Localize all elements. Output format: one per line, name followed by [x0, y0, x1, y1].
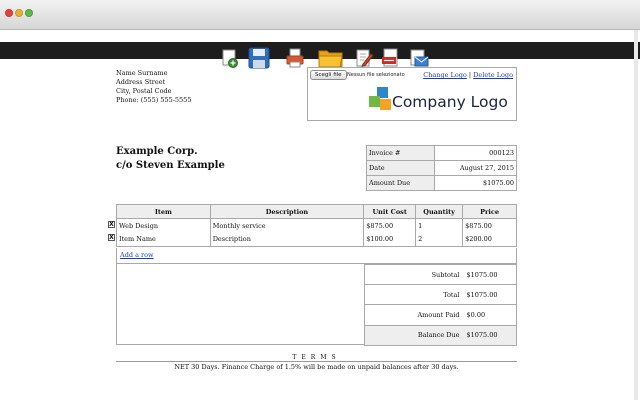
item-quantity-cell[interactable]: 1	[415, 218, 464, 233]
add-row-area: Add a row	[116, 248, 517, 264]
line-items-table: Item Description Unit Cost Quantity Pric…	[116, 204, 517, 247]
customer-contact[interactable]: c/o Steven Example	[116, 159, 225, 173]
logo-box: Scegli file Nessun file selezionato Chan…	[307, 67, 517, 121]
email-icon[interactable]	[409, 47, 429, 69]
save-icon[interactable]	[248, 46, 270, 70]
window-titlebar	[0, 0, 640, 30]
meta-label: Date	[366, 160, 435, 176]
totals-label: Subtotal	[364, 263, 464, 286]
column-header-description: Description	[209, 204, 365, 219]
vertical-scrollbar[interactable]	[634, 30, 638, 400]
customer-name[interactable]: Example Corp.	[116, 145, 225, 159]
subtotal-value: $1075.00	[463, 263, 517, 286]
item-description-cell[interactable]: Monthly service	[209, 218, 365, 233]
table-row: Item Name Description $100.00 2 $200.00	[116, 232, 517, 247]
delete-row-button[interactable]: X	[108, 234, 115, 241]
item-unit-cost-cell[interactable]: $100.00	[363, 232, 417, 247]
company-logo-text: Company Logo	[392, 93, 508, 111]
column-header-price: Price	[462, 204, 517, 219]
zoom-window-button[interactable]	[25, 9, 33, 17]
seller-phone[interactable]: Phone: (555) 555-5555	[116, 96, 191, 105]
item-description-cell[interactable]: Description	[209, 232, 365, 247]
invoice-meta-table: Invoice # 000123 Date August 27, 2015 Am…	[366, 145, 517, 191]
logo-link-separator: |	[468, 71, 472, 79]
open-folder-icon[interactable]	[318, 47, 344, 69]
edit-icon[interactable]	[354, 47, 374, 69]
terms-divider	[116, 361, 517, 362]
totals-blank-area	[116, 264, 365, 345]
total-row: Total $1075.00	[364, 284, 517, 306]
item-name-cell[interactable]: Web Design	[116, 218, 211, 233]
balance-due-value: $1075.00	[463, 324, 517, 346]
totals-table: Subtotal $1075.00 Total $1075.00 Amount …	[364, 263, 517, 346]
amount-paid-row: Amount Paid $0.00	[364, 304, 517, 326]
amount-due-value: $1075.00	[434, 175, 517, 191]
item-price-cell: $200.00	[462, 232, 517, 247]
delete-logo-link[interactable]: Delete Logo	[473, 71, 513, 79]
item-price-cell: $875.00	[462, 218, 517, 233]
meta-label: Amount Due	[366, 175, 435, 191]
new-invoice-icon[interactable]	[220, 47, 240, 69]
invoice-date-value[interactable]: August 27, 2015	[434, 160, 517, 176]
subtotal-row: Subtotal $1075.00	[364, 263, 517, 286]
item-quantity-cell[interactable]: 2	[415, 232, 464, 247]
minimize-window-button[interactable]	[15, 9, 23, 17]
export-pdf-icon[interactable]	[381, 47, 401, 69]
column-header-item: Item	[116, 204, 211, 219]
choose-file-button[interactable]: Scegli file	[310, 70, 347, 80]
delete-row-button[interactable]: X	[108, 221, 115, 228]
seller-address[interactable]: Name Surname Address Street City, Postal…	[116, 69, 191, 105]
customer-block[interactable]: Example Corp. c/o Steven Example	[116, 145, 225, 173]
terms-heading: TERMS	[292, 354, 341, 361]
amount-due-row: Amount Due $1075.00	[366, 175, 517, 191]
add-row-link[interactable]: Add a row	[120, 251, 154, 259]
close-window-button[interactable]	[5, 9, 13, 17]
change-logo-link[interactable]: Change Logo	[423, 71, 467, 79]
invoice-number-value[interactable]: 000123	[434, 145, 517, 161]
balance-due-row: Balance Due $1075.00	[364, 324, 517, 346]
item-name-cell[interactable]: Item Name	[116, 232, 211, 247]
logo-links: Change Logo | Delete Logo	[423, 71, 513, 79]
seller-name[interactable]: Name Surname	[116, 69, 191, 78]
seller-street[interactable]: Address Street	[116, 78, 191, 87]
column-header-quantity: Quantity	[415, 204, 464, 219]
print-icon[interactable]	[285, 47, 305, 69]
totals-label: Balance Due	[364, 324, 464, 346]
items-header-row: Item Description Unit Cost Quantity Pric…	[116, 204, 517, 219]
meta-label: Invoice #	[366, 145, 435, 161]
total-value: $1075.00	[463, 284, 517, 306]
invoice-date-row: Date August 27, 2015	[366, 160, 517, 176]
totals-label: Total	[364, 284, 464, 306]
table-row: Web Design Monthly service $875.00 1 $87…	[116, 218, 517, 233]
totals-label: Amount Paid	[364, 304, 464, 326]
amount-paid-value[interactable]: $0.00	[463, 304, 517, 326]
column-header-unit-cost: Unit Cost	[363, 204, 417, 219]
seller-city[interactable]: City, Postal Code	[116, 87, 191, 96]
file-status-text: Nessun file selezionato	[347, 72, 405, 78]
item-unit-cost-cell[interactable]: $875.00	[363, 218, 417, 233]
terms-text[interactable]: NET 30 Days. Finance Charge of 1.5% will…	[116, 363, 517, 371]
invoice-number-row: Invoice # 000123	[366, 145, 517, 161]
